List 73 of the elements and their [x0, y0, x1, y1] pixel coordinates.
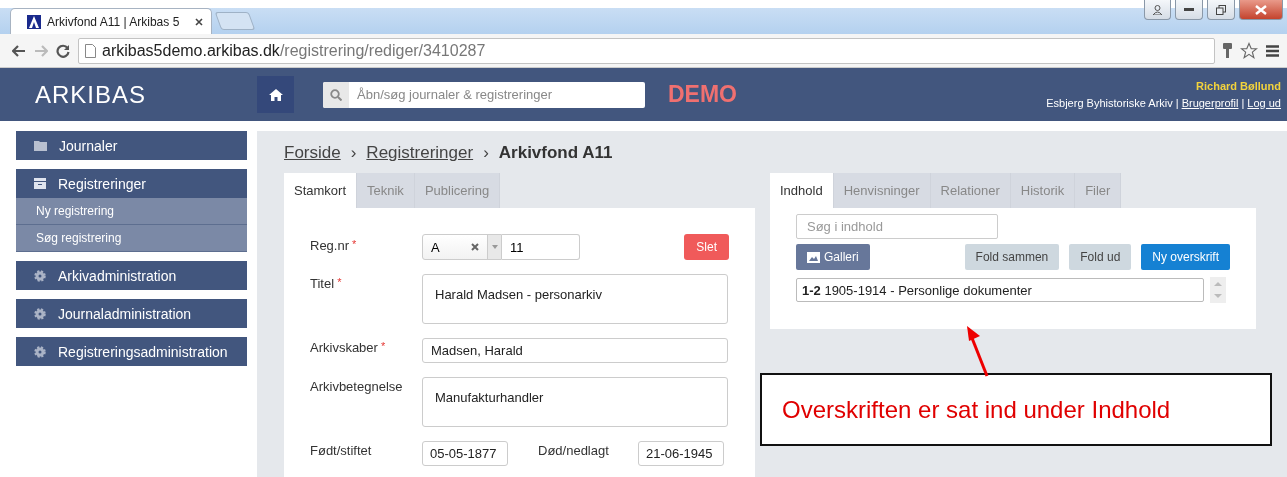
page-title: Arkivfond A11 [498, 143, 613, 163]
field-label: Arkivbetegnelse [310, 378, 404, 394]
browser-tab[interactable]: Arkivfond A11 | Arkibas 5 [10, 8, 212, 34]
separator: | [1175, 97, 1179, 109]
search-field[interactable]: Søg i indhold [796, 214, 998, 239]
person-icon [1152, 4, 1163, 15]
breadcrumb-separator: › [483, 143, 489, 163]
annotation-callout: Overskriften er sat ind under Indhold [760, 373, 1272, 446]
field-label: Titel * [310, 275, 343, 291]
settings-icon [34, 307, 46, 320]
sidebar-item[interactable]: Journaler [16, 131, 247, 160]
image-icon [807, 251, 820, 263]
gallery-button[interactable]: Galleri [796, 244, 870, 270]
content-entry[interactable]: 1-2 1905-1914 - Personlige dokumenter [796, 278, 1204, 302]
settings-icon [34, 345, 46, 358]
user-name: Richard Bøllund [1196, 80, 1281, 92]
app-logo: ARKIBAS [34, 80, 148, 109]
address-bar[interactable]: arkibas5demo.arkibas.dk/registrering/rediger/3410287 [78, 37, 1215, 64]
sidebar-item[interactable]: Journaladministration [16, 299, 247, 328]
close-icon [1255, 4, 1267, 15]
key-icon[interactable] [1223, 42, 1232, 59]
search-field[interactable]: Åbn/søg journaler & registreringer [323, 81, 645, 108]
close-window-button[interactable] [1239, 0, 1283, 20]
field-label: Arkivskaber * [310, 339, 387, 355]
app-logo-icon [27, 14, 41, 29]
home-icon [268, 88, 283, 101]
user-link[interactable]: Log ud [1247, 97, 1281, 109]
fold-button[interactable]: Fold ud [1069, 244, 1132, 270]
tab[interactable]: Stamkort [284, 173, 357, 208]
new-heading-button[interactable]: Ny overskrift [1141, 244, 1230, 270]
reload-icon[interactable] [56, 43, 70, 58]
field-label: Død/nedlagt [537, 442, 610, 458]
demo-label: DEMO [668, 81, 737, 108]
separator: | [1241, 97, 1245, 109]
sidebar-item[interactable]: Arkivadministration [16, 261, 247, 290]
organisation-name: Esbjerg Byhistoriske Arkiv [1046, 97, 1173, 109]
search-icon [330, 88, 342, 101]
minimize-icon [1184, 8, 1194, 11]
minimize-button[interactable] [1175, 0, 1203, 20]
breadcrumb-link[interactable]: Forside [284, 143, 341, 163]
input-field[interactable]: Madsen, Harald [422, 338, 728, 363]
clear-icon[interactable] [471, 243, 479, 251]
archive-box-icon [34, 178, 46, 189]
text-area[interactable]: Manufakturhandler [422, 377, 728, 427]
page-icon [85, 43, 96, 58]
profile-button[interactable] [1144, 0, 1171, 20]
sidebar-subitem[interactable]: Ny registrering [16, 198, 247, 225]
sidebar-subitem[interactable]: Søg registrering [16, 225, 247, 252]
settings-icon [34, 269, 46, 282]
number-field[interactable]: 11 [502, 234, 580, 260]
tab-title: Arkivfond A11 | Arkibas 5 [47, 14, 181, 29]
star-icon[interactable] [1240, 41, 1258, 60]
restore-button[interactable] [1207, 0, 1235, 20]
close-icon[interactable] [195, 17, 203, 26]
sidebar-item[interactable]: Registreringer [16, 169, 247, 198]
field-label: Født/stiftet [310, 442, 373, 458]
prefix-select[interactable]: A [422, 234, 502, 260]
fold-button[interactable]: Fold sammen [964, 244, 1060, 270]
tab[interactable]: Indhold [770, 173, 834, 208]
back-icon[interactable] [12, 44, 26, 57]
breadcrumb-link[interactable]: Registreringer [366, 143, 474, 163]
date-field[interactable]: 05-05-1877 [422, 441, 508, 466]
menu-icon[interactable] [1266, 44, 1279, 57]
folder-icon [34, 140, 47, 151]
home-button[interactable] [257, 76, 294, 113]
text-area[interactable]: Harald Madsen - personarkiv [422, 274, 728, 324]
breadcrumb-separator: › [350, 143, 357, 163]
date-field[interactable]: 21-06-1945 [638, 441, 724, 466]
user-link[interactable]: Brugerprofil [1181, 97, 1239, 109]
sidebar-item[interactable]: Registreringsadministration [16, 337, 247, 366]
restore-icon [1216, 4, 1226, 15]
field-label: Reg.nr * [310, 237, 358, 253]
caret-icon [491, 245, 498, 249]
